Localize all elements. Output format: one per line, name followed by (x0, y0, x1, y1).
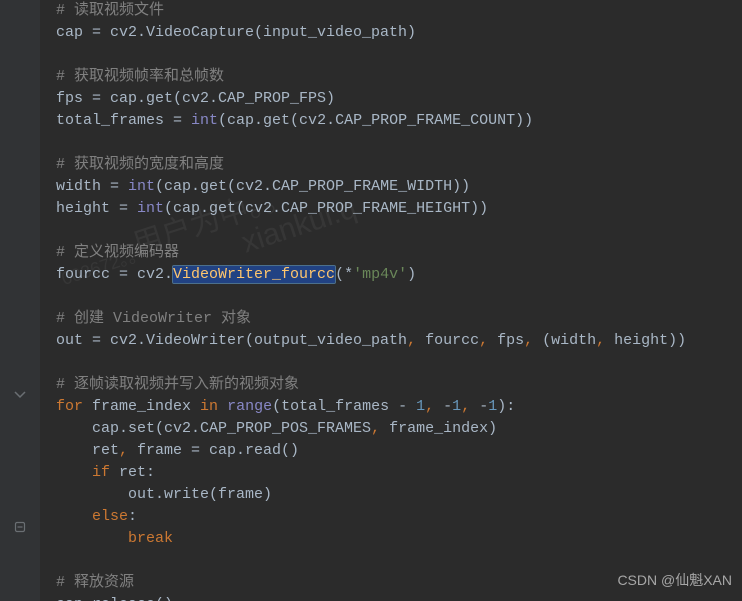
code-line[interactable]: break (56, 528, 742, 550)
code-line[interactable]: # 逐帧读取视频并写入新的视频对象 (56, 374, 742, 396)
code-line[interactable]: ret, frame = cap.read() (56, 440, 742, 462)
code-line[interactable]: # 释放资源 (56, 572, 742, 594)
collapse-end-icon[interactable] (14, 521, 26, 533)
code-line[interactable]: out.write(frame) (56, 484, 742, 506)
code-line[interactable]: cap.set(cv2.CAP_PROP_POS_FRAMES, frame_i… (56, 418, 742, 440)
collapse-start-icon[interactable] (14, 389, 26, 401)
code-line[interactable]: width = int(cap.get(cv2.CAP_PROP_FRAME_W… (56, 176, 742, 198)
comment: # 读取视频文件 (56, 2, 164, 19)
code-line[interactable]: # 定义视频编码器 (56, 242, 742, 264)
code-line[interactable]: total_frames = int(cap.get(cv2.CAP_PROP_… (56, 110, 742, 132)
code-line[interactable] (56, 550, 742, 572)
editor-gutter (0, 0, 40, 601)
comment: # 逐帧读取视频并写入新的视频对象 (56, 376, 299, 393)
code-line[interactable]: # 读取视频文件 (56, 0, 742, 22)
comment: # 创建 VideoWriter 对象 (56, 310, 251, 327)
comment: # 定义视频编码器 (56, 244, 179, 261)
code-line[interactable]: # 创建 VideoWriter 对象 (56, 308, 742, 330)
code-line[interactable]: else: (56, 506, 742, 528)
code-line[interactable]: for frame_index in range(total_frames - … (56, 396, 742, 418)
code-line[interactable]: if ret: (56, 462, 742, 484)
comment: # 释放资源 (56, 574, 134, 591)
code-line[interactable]: cap.release() (56, 594, 742, 601)
code-line[interactable] (56, 220, 742, 242)
code-line[interactable]: # 获取视频帧率和总帧数 (56, 66, 742, 88)
code-editor[interactable]: # 读取视频文件 cap = cv2.VideoCapture(input_vid… (56, 0, 742, 601)
code-line[interactable]: out = cv2.VideoWriter(output_video_path,… (56, 330, 742, 352)
code-line[interactable]: # 获取视频的宽度和高度 (56, 154, 742, 176)
code-line[interactable] (56, 44, 742, 66)
code-line[interactable]: height = int(cap.get(cv2.CAP_PROP_FRAME_… (56, 198, 742, 220)
code-line[interactable]: cap = cv2.VideoCapture(input_video_path) (56, 22, 742, 44)
comment: # 获取视频的宽度和高度 (56, 156, 224, 173)
code-line[interactable] (56, 132, 742, 154)
code-line[interactable]: fourcc = cv2.VideoWriter_fourcc(*'mp4v') (56, 264, 742, 286)
code-line[interactable]: fps = cap.get(cv2.CAP_PROP_FPS) (56, 88, 742, 110)
code-line[interactable] (56, 352, 742, 374)
comment: # 获取视频帧率和总帧数 (56, 68, 224, 85)
code-line[interactable] (56, 286, 742, 308)
